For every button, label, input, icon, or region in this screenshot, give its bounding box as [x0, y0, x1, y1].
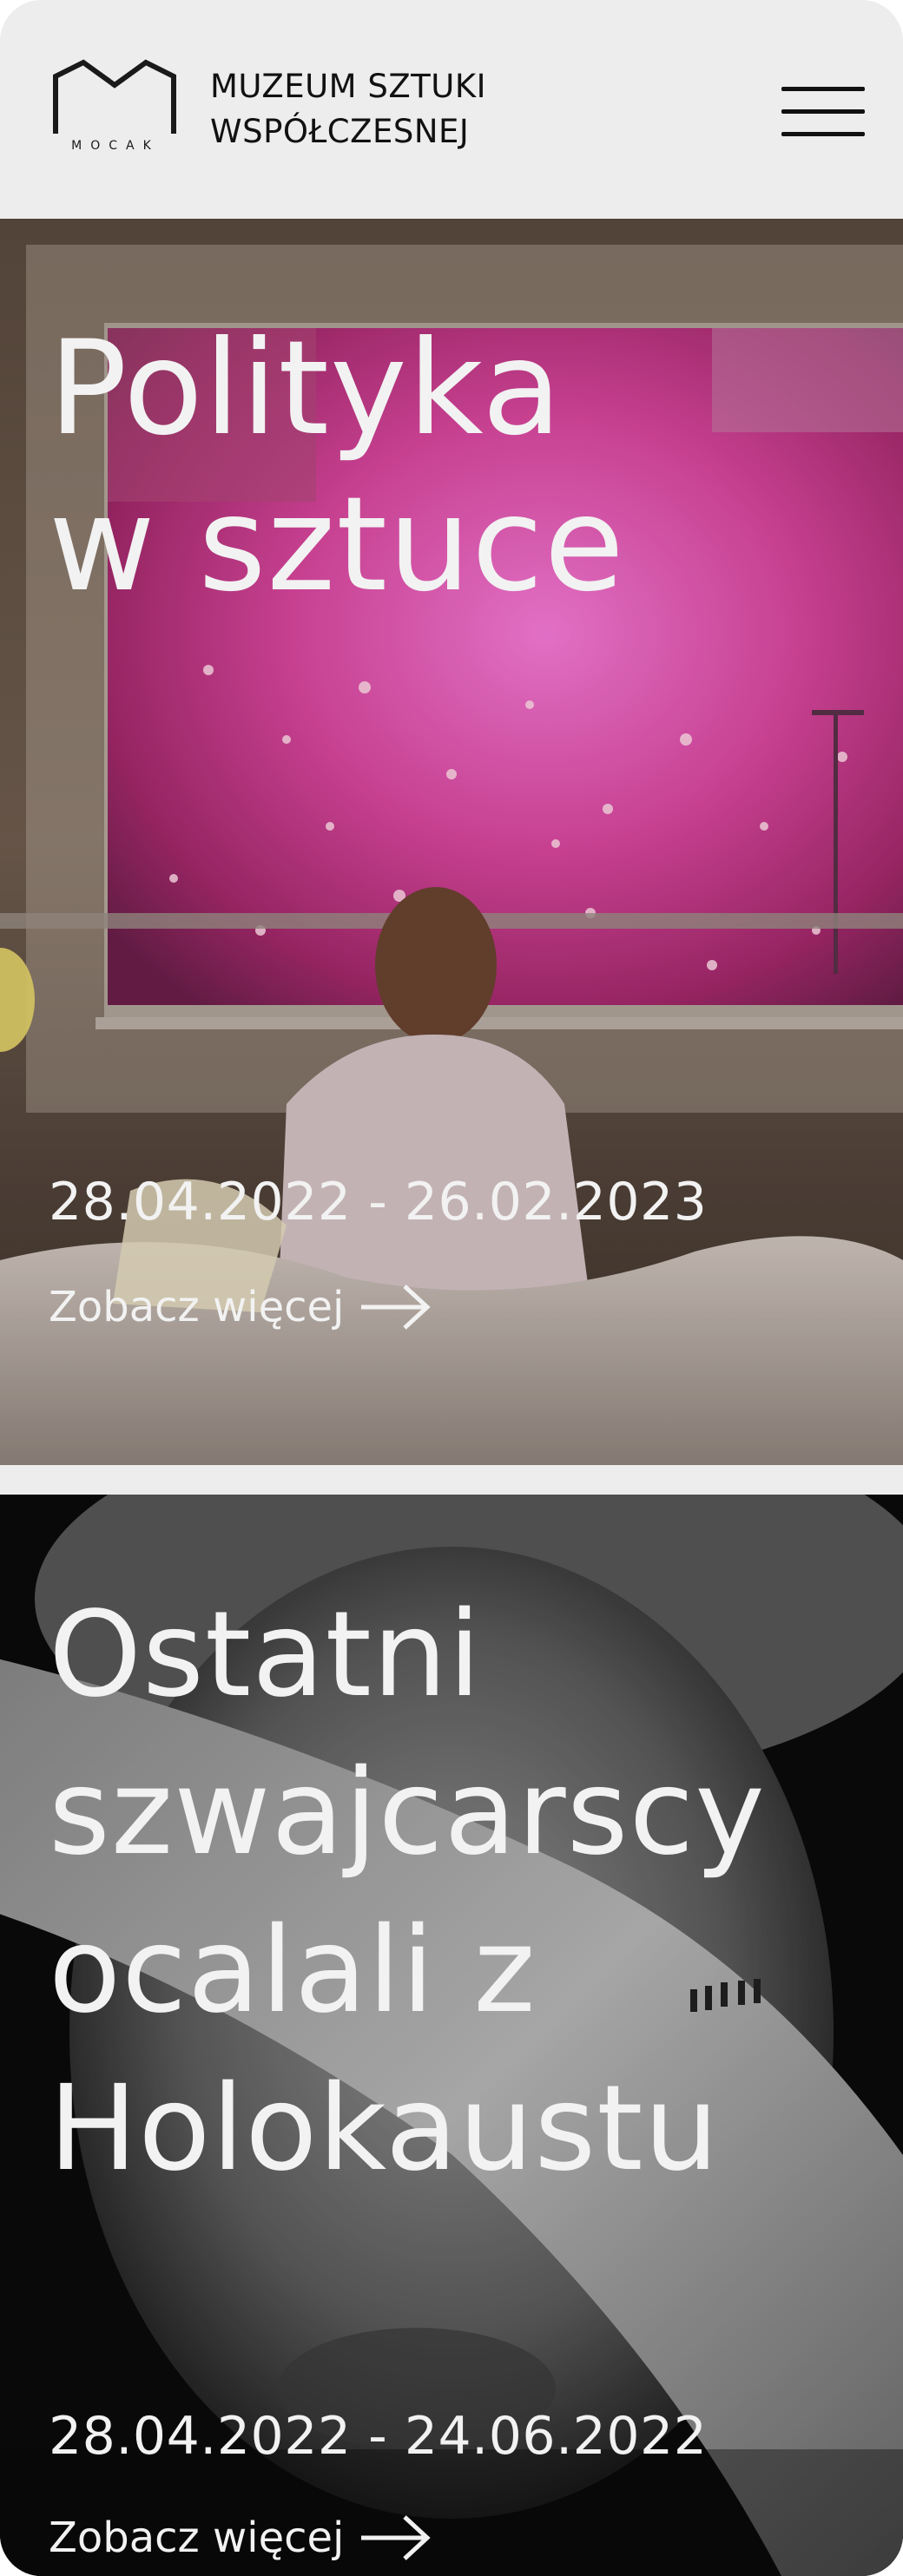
exhibition-title-line: Ostatni: [49, 1587, 482, 1724]
exhibition-title-line: w sztuce: [49, 470, 625, 621]
see-more-label: Zobacz więcej: [49, 1283, 345, 1331]
exhibition-card[interactable]: Ostatni szwajcarscy ocalali z Holokaustu…: [0, 1495, 903, 2576]
museum-name-line-2: WSPÓŁCZESNEJ: [210, 113, 470, 150]
arrow-right-icon: [361, 1285, 432, 1330]
exhibition-title: Ostatni szwajcarscy ocalali z Holokaustu: [49, 1576, 766, 2208]
arrow-right-icon: [361, 2515, 432, 2560]
logo-house-icon: [53, 59, 176, 134]
app-screen: MOCAK MUZEUM SZTUKI WSPÓŁCZESNEJ Polityk…: [0, 0, 903, 2576]
exhibition-card[interactable]: Polityka w sztuce 28.04.2022 - 26.02.202…: [0, 219, 903, 1465]
exhibition-dates: 28.04.2022 - 26.02.2023: [49, 1172, 708, 1232]
museum-name-line-1: MUZEUM SZTUKI: [210, 68, 487, 105]
exhibition-title: Polityka w sztuce: [49, 311, 625, 623]
exhibition-title-line: Holokaustu: [49, 2060, 720, 2198]
site-header: MOCAK MUZEUM SZTUKI WSPÓŁCZESNEJ: [0, 0, 903, 219]
logo-wordmark: MOCAK: [71, 139, 160, 153]
exhibition-title-line: Polityka: [49, 313, 563, 464]
mocak-logo[interactable]: MOCAK: [52, 59, 179, 163]
hamburger-icon-line: [781, 132, 865, 136]
hamburger-icon-line: [781, 109, 865, 114]
museum-name[interactable]: MUZEUM SZTUKI WSPÓŁCZESNEJ: [210, 64, 486, 154]
see-more-link[interactable]: Zobacz więcej: [49, 1281, 432, 1333]
see-more-label: Zobacz więcej: [49, 2514, 345, 2562]
see-more-link[interactable]: Zobacz więcej: [49, 2512, 432, 2564]
menu-button[interactable]: [781, 83, 865, 141]
hamburger-icon: [781, 87, 865, 91]
exhibition-title-line: szwajcarscy: [49, 1745, 766, 1882]
exhibition-title-line: ocalali z: [49, 1902, 537, 2040]
exhibition-dates: 28.04.2022 - 24.06.2022: [49, 2406, 708, 2467]
